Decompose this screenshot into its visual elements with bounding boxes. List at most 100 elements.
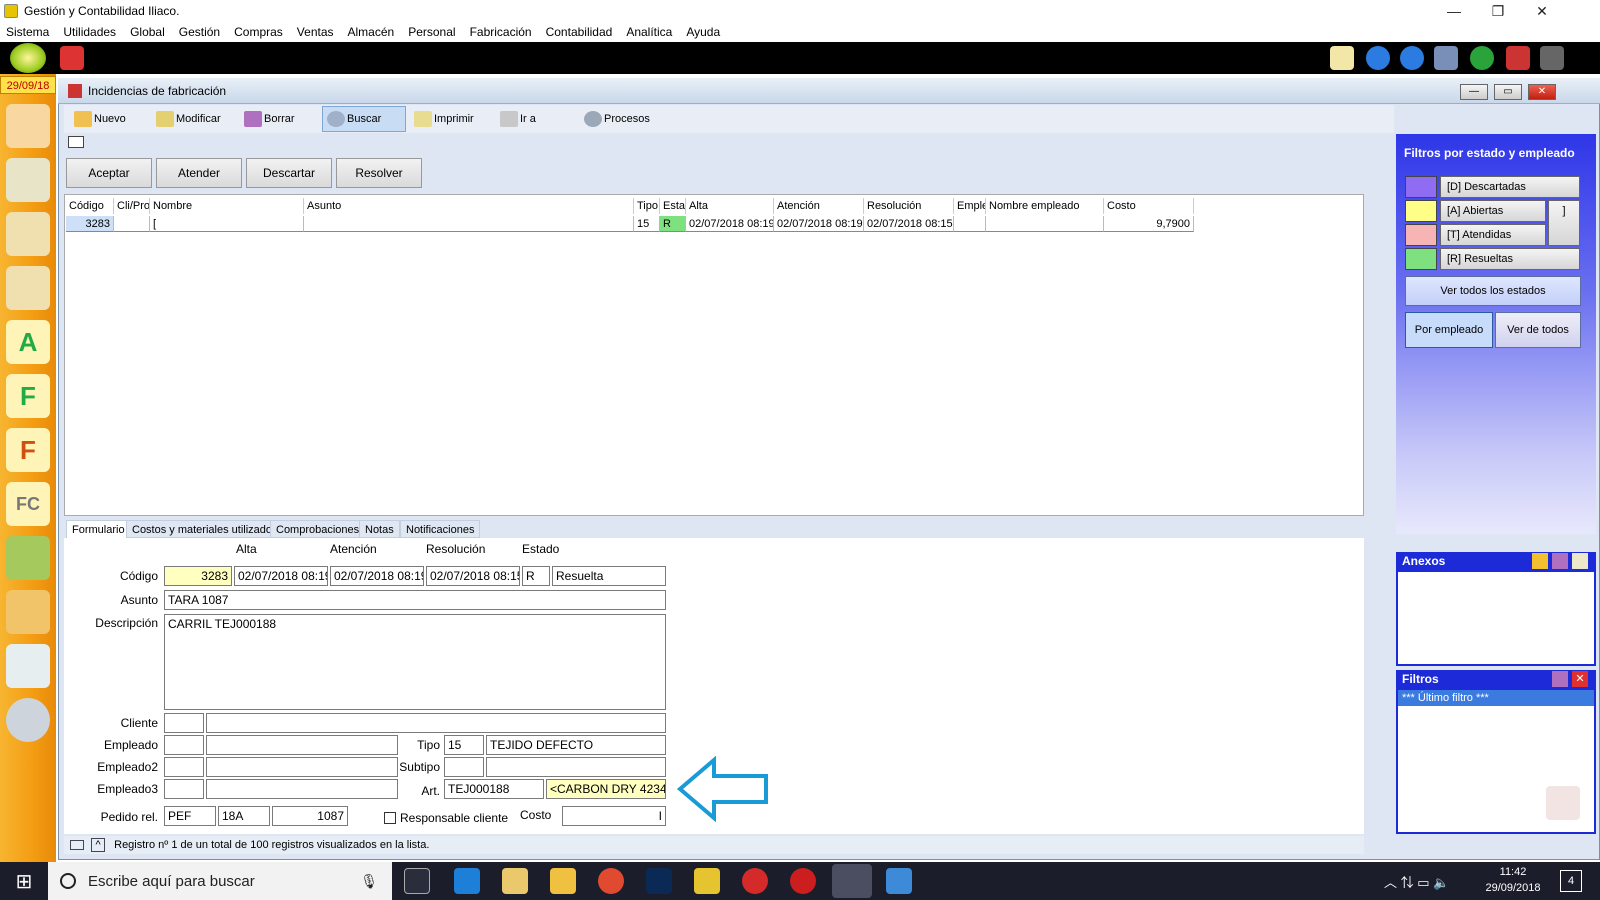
col-header[interactable]: Alta <box>686 198 774 214</box>
atender-button[interactable]: Atender <box>156 158 242 188</box>
remote-desktop-icon[interactable] <box>886 868 912 894</box>
system-tray-icons[interactable]: ︿ ⇅ ▭ 🔈 <box>1384 872 1468 891</box>
articles-icon[interactable]: A <box>6 320 50 364</box>
col-header[interactable]: Cli/Prov <box>114 198 150 214</box>
col-header[interactable]: Código <box>66 198 114 214</box>
table-cell-nombre-empleado[interactable] <box>986 216 1104 232</box>
menu-sistema[interactable]: Sistema <box>6 25 49 39</box>
estado-name-field[interactable]: Resuelta <box>552 566 666 586</box>
descripcion-textarea[interactable]: CARRIL TEJ000188 <box>164 614 666 710</box>
close-session-icon[interactable] <box>1506 46 1530 70</box>
resolver-button[interactable]: Resolver <box>336 158 422 188</box>
edge-icon[interactable] <box>454 868 480 894</box>
aceptar-button[interactable]: Aceptar <box>66 158 152 188</box>
tab-notificaciones[interactable]: Notificaciones <box>400 520 481 538</box>
dx-icon[interactable] <box>790 868 816 894</box>
menu-utilidades[interactable]: Utilidades <box>63 25 116 39</box>
invoice-icon[interactable]: F <box>6 374 50 418</box>
notifications-icon[interactable]: 4 <box>1560 870 1582 892</box>
menu-contabilidad[interactable]: Contabilidad <box>546 25 613 39</box>
menu-gestion[interactable]: Gestión <box>179 25 220 39</box>
sales-bag-icon[interactable] <box>6 536 50 580</box>
col-header[interactable]: Nombre empleado <box>986 198 1104 214</box>
table-cell-estado[interactable]: R <box>660 216 686 232</box>
filter-descartadas[interactable]: [D] Descartadas <box>1440 176 1580 198</box>
bracket-group-button[interactable]: ] <box>1548 200 1580 246</box>
filter-resueltas[interactable]: [R] Resueltas <box>1440 248 1580 270</box>
alta-field[interactable]: 02/07/2018 08:19 <box>234 566 328 586</box>
window-close-icon[interactable]: ✕ <box>1528 84 1556 100</box>
ir-a-button[interactable]: Ir a <box>496 106 566 132</box>
fc-icon[interactable]: FC <box>6 482 50 526</box>
pedido-year-field[interactable]: 18A <box>218 806 270 826</box>
costo-field[interactable]: I <box>562 806 666 826</box>
tipo-code-field[interactable]: 15 <box>444 735 484 755</box>
provider-icon[interactable] <box>6 212 50 256</box>
menu-ventas[interactable]: Ventas <box>297 25 334 39</box>
restore-icon[interactable]: ❐ <box>1476 0 1520 22</box>
file-explorer-icon[interactable] <box>550 868 576 894</box>
window-minimize-icon[interactable]: — <box>1460 84 1488 100</box>
delete-anexo-icon[interactable] <box>1552 553 1568 569</box>
col-header[interactable]: Resolución <box>864 198 954 214</box>
col-header[interactable]: Costo <box>1104 198 1194 214</box>
imprimir-button[interactable]: Imprimir <box>410 106 494 132</box>
microphone-icon[interactable]: 🎙 <box>360 873 378 890</box>
pedido-serie-field[interactable]: PEF <box>164 806 216 826</box>
empleado2-code-field[interactable] <box>164 757 204 777</box>
grid-view-icon[interactable] <box>68 136 84 148</box>
buscar-button[interactable]: Buscar <box>322 106 406 132</box>
nuevo-button[interactable]: Nuevo <box>70 106 144 132</box>
table-cell-tipo[interactable]: 15 <box>634 216 660 232</box>
menu-global[interactable]: Global <box>130 25 165 39</box>
cliente-code-field[interactable] <box>164 713 204 733</box>
subtipo-code-field[interactable] <box>444 757 484 777</box>
tab-comprobaciones[interactable]: Comprobaciones <box>270 520 366 538</box>
col-header[interactable]: Nombre <box>150 198 304 214</box>
atencion-field[interactable]: 02/07/2018 08:19 <box>330 566 424 586</box>
list-icon[interactable] <box>70 840 84 851</box>
anexos-list[interactable] <box>1396 570 1596 666</box>
empleado-name-field[interactable] <box>206 735 398 755</box>
close-icon[interactable]: ✕ <box>1520 0 1564 22</box>
art-code-field[interactable]: TEJ000188 <box>444 779 544 799</box>
active-iliaco-icon[interactable] <box>832 864 872 898</box>
codigo-field[interactable]: 3283 <box>164 566 232 586</box>
close-filter-icon[interactable]: ✕ <box>1572 671 1588 687</box>
tipo-name-field[interactable]: TEJIDO DEFECTO <box>486 735 666 755</box>
subtipo-name-field[interactable] <box>486 757 666 777</box>
pedido-num-field[interactable]: 1087 <box>272 806 348 826</box>
tab-formulario[interactable]: Formulario <box>66 520 131 538</box>
app-red-icon[interactable] <box>742 868 768 894</box>
home-orb-icon[interactable] <box>10 43 46 73</box>
mail-app-icon[interactable] <box>502 868 528 894</box>
windows-icon[interactable] <box>1434 46 1458 70</box>
menu-ayuda[interactable]: Ayuda <box>686 25 720 39</box>
empleado-code-field[interactable] <box>164 735 204 755</box>
asunto-field[interactable]: TARA 1087 <box>164 590 666 610</box>
add-anexo-icon[interactable] <box>1532 553 1548 569</box>
table-cell-cliprov[interactable] <box>114 216 150 232</box>
tab-costos[interactable]: Costos y materiales utilizados <box>126 520 284 538</box>
col-header[interactable]: Estado <box>660 198 686 214</box>
purchase-invoice-icon[interactable]: F <box>6 428 50 472</box>
windows-start-icon[interactable]: ⊞ <box>0 862 48 900</box>
por-empleado-button[interactable]: Por empleado <box>1405 312 1493 348</box>
empleado3-code-field[interactable] <box>164 779 204 799</box>
minimize-icon[interactable]: — <box>1432 0 1476 22</box>
open-anexo-icon[interactable] <box>1572 553 1588 569</box>
photoshop-icon[interactable] <box>646 868 672 894</box>
taskbar-search[interactable]: Escribe aquí para buscar 🎙 <box>48 862 392 900</box>
col-header[interactable]: Atención <box>774 198 864 214</box>
table-cell-empleado[interactable] <box>954 216 986 232</box>
filter-abiertas[interactable]: [A] Abiertas <box>1440 200 1546 222</box>
list-item[interactable]: *** Último filtro *** <box>1398 690 1594 706</box>
task-view-icon[interactable] <box>404 868 430 894</box>
col-header[interactable]: Asunto <box>304 198 634 214</box>
menu-compras[interactable]: Compras <box>234 25 283 39</box>
ver-todos-estados-button[interactable]: Ver todos los estados <box>1405 276 1581 306</box>
help-icon[interactable] <box>1470 46 1494 70</box>
mail-icon[interactable] <box>1330 46 1354 70</box>
table-cell-codigo[interactable]: 3283 <box>66 216 114 232</box>
empleado2-name-field[interactable] <box>206 757 398 777</box>
